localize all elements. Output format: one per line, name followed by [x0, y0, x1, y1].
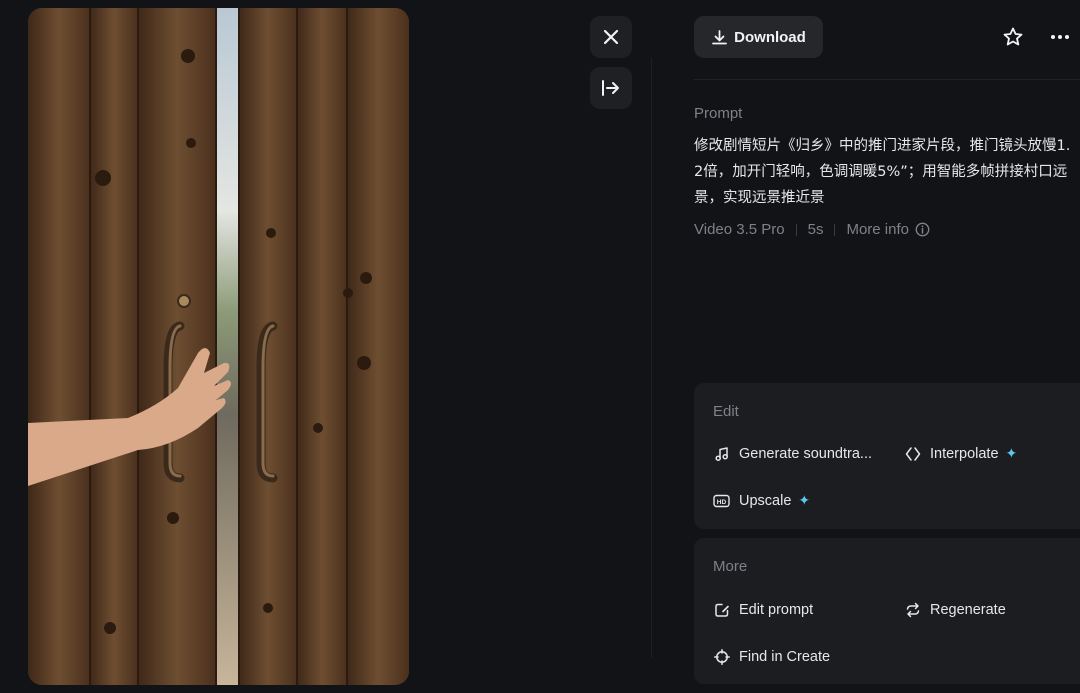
regenerate-action[interactable]: Regenerate	[904, 601, 1006, 618]
generation-meta: Video 3.5 Pro 5s More info	[694, 221, 930, 238]
meta-separator	[795, 223, 797, 236]
edit-icon	[713, 601, 730, 618]
model-name: Video 3.5 Pro	[694, 221, 785, 238]
prompt-label: Prompt	[694, 105, 743, 122]
download-icon	[712, 29, 728, 44]
favorite-button[interactable]	[998, 22, 1028, 52]
find-in-create-action[interactable]: Find in Create	[713, 648, 830, 665]
edit-prompt-action[interactable]: Edit prompt	[713, 601, 813, 618]
collapse-panel-button[interactable]	[590, 67, 632, 109]
find-in-create-label: Find in Create	[739, 648, 831, 665]
more-info-label: More info	[846, 221, 909, 238]
regenerate-label: Regenerate	[930, 601, 1006, 618]
door-scene-image	[28, 8, 409, 685]
panel-divider	[651, 58, 652, 658]
music-note-icon	[713, 445, 730, 462]
interpolate-label: Interpolate	[930, 445, 999, 462]
more-horizontal-icon	[1051, 35, 1069, 39]
upscale-action[interactable]: HD Upscale ✦	[713, 492, 810, 509]
regenerate-icon	[904, 601, 921, 618]
hd-icon: HD	[713, 492, 730, 509]
close-button[interactable]	[590, 16, 632, 58]
interpolate-icon	[904, 445, 921, 462]
edit-panel-title: Edit	[713, 403, 739, 420]
more-info-link[interactable]: More info	[846, 221, 930, 238]
download-button[interactable]: Download	[694, 16, 823, 58]
edit-prompt-label: Edit prompt	[739, 601, 814, 618]
info-icon	[915, 222, 930, 237]
more-panel: More Edit prompt Regenerate Find in Crea…	[694, 538, 1080, 684]
header-divider	[694, 79, 1080, 80]
collapse-right-icon	[602, 80, 619, 96]
generate-soundtrack-action[interactable]: Generate soundtra...	[713, 445, 872, 462]
more-panel-title: More	[713, 558, 748, 575]
video-preview[interactable]	[28, 8, 409, 685]
interpolate-action[interactable]: Interpolate ✦	[904, 445, 1017, 462]
star-icon	[1003, 27, 1023, 46]
svg-text:HD: HD	[717, 499, 727, 506]
app-root: Download Prompt 修改剧情短片《归乡》中的推门进家片段，推门镜头放…	[0, 0, 1080, 693]
prompt-text: 修改剧情短片《归乡》中的推门进家片段，推门镜头放慢1.2倍，加开门轻响，色调调暖…	[694, 138, 1071, 206]
close-icon	[603, 29, 619, 45]
generate-soundtrack-label: Generate soundtra...	[739, 445, 872, 462]
meta-separator	[834, 223, 836, 236]
edit-panel: Edit Generate soundtra... Interpolate ✦	[694, 383, 1080, 529]
crosshair-icon	[713, 648, 730, 665]
more-options-button[interactable]	[1045, 22, 1075, 52]
sparkle-icon: ✦	[798, 492, 811, 508]
download-label: Download	[734, 28, 806, 46]
sparkle-icon: ✦	[1005, 445, 1018, 461]
upscale-label: Upscale	[739, 492, 792, 509]
duration: 5s	[807, 221, 824, 238]
